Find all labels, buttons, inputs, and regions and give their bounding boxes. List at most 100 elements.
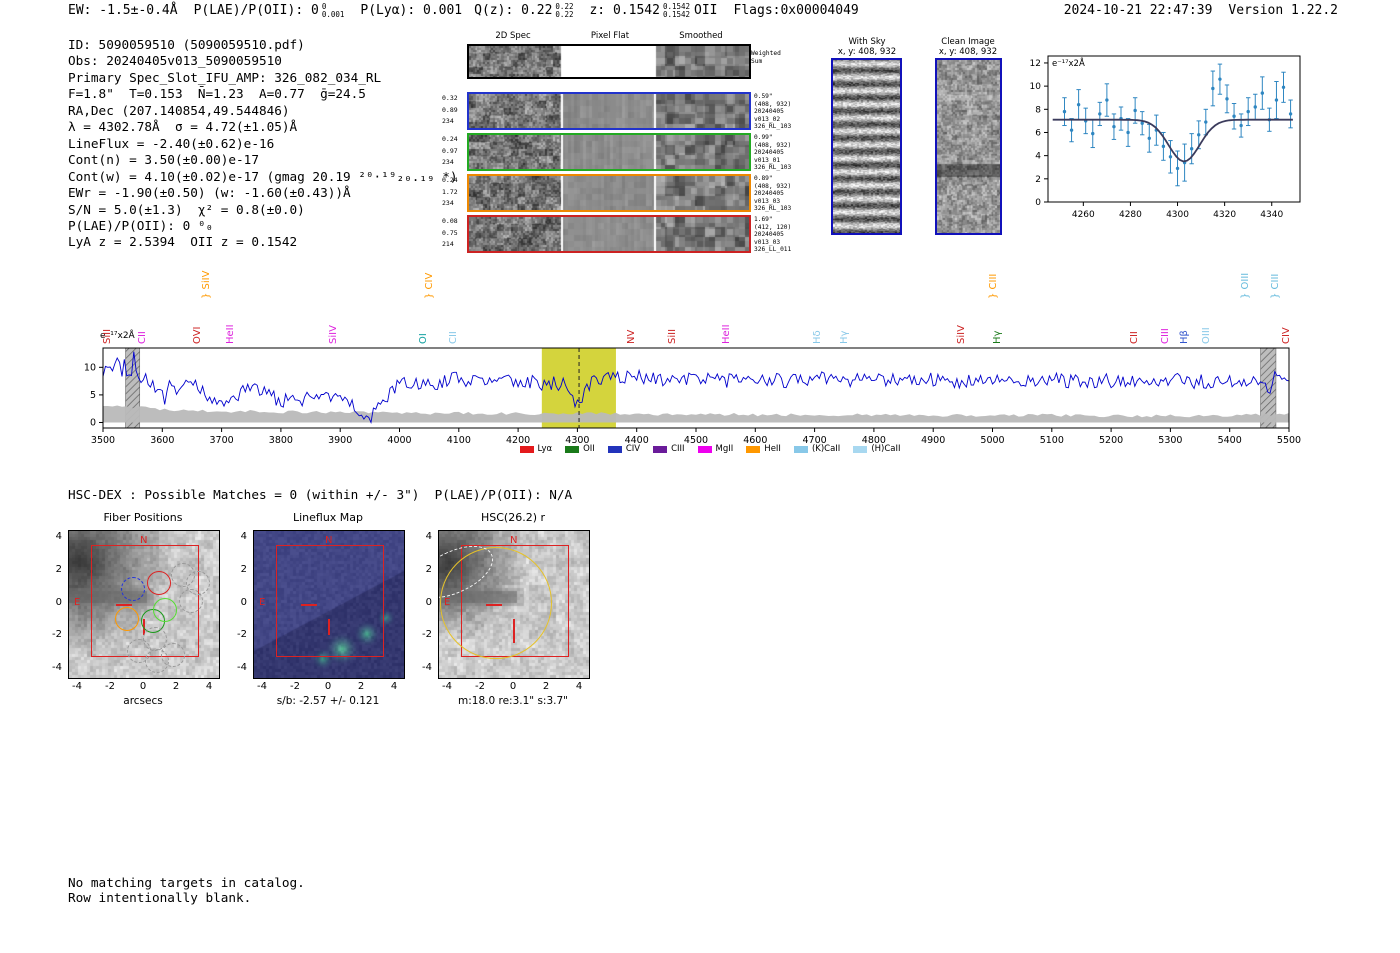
cutout-2-xtick-0: 0 <box>509 681 517 692</box>
legend-swatch <box>793 445 808 453</box>
spec2d-row-1-annotation: 0.99" (408, 932) 20240405 v013_01 326_RL_103 <box>754 134 792 172</box>
spec2d-row-3-stats: 0.08 0.75 214 <box>442 217 458 248</box>
line-label-Hβ-5325: Hβ <box>1179 330 1190 344</box>
info-line-4: RA,Dec (207.140854,49.544846) <box>68 102 290 118</box>
svg-text:5200: 5200 <box>1099 435 1123 446</box>
info-line-1: Obs: 20240405v013_5090059510 <box>68 53 282 69</box>
cutout-1-xtick-4: 4 <box>390 681 398 692</box>
svg-text:4260: 4260 <box>1072 210 1095 220</box>
header-plae: P(LAE)/P(OII): 0 <box>193 3 319 18</box>
legend-item-Lyα: Lyα <box>519 444 552 454</box>
cutout-title-1: Lineflux Map <box>292 511 364 524</box>
spectrum-legend: Lyα OII CIV CIII MgII HeII (K)CaII (H)CaII <box>430 444 990 454</box>
svg-text:5400: 5400 <box>1218 435 1242 446</box>
legend-item-CIII: CIII <box>653 444 685 454</box>
spec2d-row-1-stats: 0.24 0.97 234 <box>442 135 458 166</box>
detection-info-block: ID: 5090059510 (5090059510.pdf) Obs: 2024… <box>68 37 458 251</box>
legend-swatch <box>607 445 622 453</box>
legend-item-(H)CaII: (H)CaII <box>853 444 901 454</box>
header-qz-stack: 0.22 0.22 <box>555 3 573 18</box>
cutout-xlabel-2: m:18.0 re:3.1" s:3.7" <box>458 695 568 707</box>
line-label-CIII-5478: } CIII <box>1270 273 1281 299</box>
withsky-subtitle: x, y: 408, 932 <box>837 47 897 57</box>
legend-item-MgII: MgII <box>697 444 733 454</box>
spec2d-row-0-strip-image <box>469 94 749 128</box>
withsky-image-panel <box>831 58 902 235</box>
spec2d-row-0-stats: 0.32 0.89 234 <box>442 94 458 125</box>
line-label-CIII-5292: CIII <box>1160 328 1171 344</box>
info-line-0: ID: 5090059510 (5090059510.pdf) <box>68 37 305 52</box>
spec2d-row-1-strip <box>467 133 751 171</box>
line-label-SiIV-4948: SiIV <box>956 325 967 344</box>
cutout-0-xtick-0: 0 <box>139 681 147 692</box>
cutout-2-ytick--4: -4 <box>422 661 432 673</box>
col-header-smoothed: Smoothed <box>679 31 723 41</box>
info-line-10: S/N = 5.0(±1.3) χ² = 0.8(±0.0) <box>68 201 305 217</box>
withsky-image <box>833 60 900 233</box>
spec2d-weighted-sum-strip <box>467 44 751 79</box>
spec2d-row-0-strip <box>467 92 751 130</box>
svg-text:3600: 3600 <box>150 435 174 446</box>
line-label-Hδ-4706: Hδ <box>812 330 823 344</box>
cutout-title-2: HSC(26.2) r <box>480 511 546 524</box>
header-summary-line: EW: -1.5±-0.4Å P(LAE)/P(OII): 0 0 0.001 … <box>68 3 859 18</box>
svg-text:4000: 4000 <box>387 435 411 446</box>
svg-text:8: 8 <box>1035 105 1041 115</box>
legend-swatch <box>746 445 761 453</box>
crosshair-h-0 <box>116 603 132 606</box>
cutout-xlabel-0: arcsecs <box>123 695 163 707</box>
svg-text:0: 0 <box>1035 198 1041 208</box>
compass-n-1: N <box>325 535 333 546</box>
full-spectrum-plot: 3500 3600 3700 3800 3900 4000 4100 4200 4300 4400… <box>75 338 1305 454</box>
cutout-0-ytick-4: 4 <box>55 531 62 543</box>
cutout-0-ytick-2: 2 <box>55 563 62 575</box>
line-label-HeII-4552: HeII <box>721 324 732 344</box>
cutout-1-xtick--2: -2 <box>290 681 300 692</box>
footer-note-2: Row intentionally blank. <box>68 890 252 905</box>
svg-text:4300: 4300 <box>1166 210 1189 220</box>
line-label-OIII-5428: } OIII <box>1240 272 1251 299</box>
info-line-5: λ = 4302.78Å σ = 4.72(±1.05)Å <box>68 119 298 135</box>
svg-text:3700: 3700 <box>210 435 234 446</box>
legend-item-HeII: HeII <box>746 444 781 454</box>
col-header-2dspec: 2D Spec <box>495 31 531 41</box>
line-label-CIII-5002: } CIII <box>988 273 999 299</box>
info-line-7: Cont(n) = 3.50(±0.00)e-17 <box>68 152 259 168</box>
header-plae-stack: 0 0.001 <box>322 3 345 18</box>
svg-text:4340: 4340 <box>1260 210 1283 220</box>
withsky-title: With Sky <box>848 37 886 47</box>
info-line-12: LyA z = 2.5394 OII z = 0.1542 <box>68 234 298 250</box>
cutout-0-ytick--2: -2 <box>52 629 62 641</box>
cutout-1-ytick-0: 0 <box>240 596 247 608</box>
svg-text:2: 2 <box>1035 175 1041 185</box>
line-label-CII-3568: CII <box>137 331 148 344</box>
elixer-report-page: EW: -1.5±-0.4Å P(LAE)/P(OII): 0 0 0.001 … <box>0 0 1400 953</box>
header-timestamp-line: 2024-10-21 22:47:39 Version 1.22.2 <box>1064 3 1338 18</box>
header-timestamp: 2024-10-21 22:47:39 <box>1063 3 1213 18</box>
legend-swatch <box>519 445 534 453</box>
line-fit-plot-svg: 0 2 4 6 8 10 12 4260 4280 4300 4320 4340 e⁻¹⁷x2Å <box>1030 55 1301 220</box>
svg-text:10: 10 <box>1030 82 1042 92</box>
svg-text:6: 6 <box>1035 128 1041 138</box>
cutout-1-red-square <box>276 545 384 657</box>
compass-n-2: N <box>510 535 518 546</box>
footer-note-1: No matching targets in catalog. <box>68 875 305 890</box>
cutout-title-0: Fiber Positions <box>103 511 183 524</box>
legend-swatch <box>853 445 868 453</box>
header-version: Version 1.22.2 <box>1228 3 1338 18</box>
crosshair-v-1 <box>328 618 330 635</box>
cutout-0-xtick-2: 2 <box>172 681 180 692</box>
cutout-2-xtick-4: 4 <box>575 681 583 692</box>
spec2d-row-3-annotation: 1.69" (412, 120) 20240405 v013_03 326_LL_011 <box>754 216 792 254</box>
line-label-CIV-5497: CIV <box>1281 327 1292 344</box>
fiber-circle-0 <box>120 576 146 602</box>
cutout-1-ytick-2: 2 <box>240 563 247 575</box>
spec2d-row-2-stats: 0.24 1.72 234 <box>442 176 458 207</box>
cutout-0-xtick--4: -4 <box>72 681 82 692</box>
svg-text:4280: 4280 <box>1119 210 1142 220</box>
line-label-SiII-3508: SiII <box>102 328 113 344</box>
info-line-8: Cont(w) = 4.10(±0.02)e-17 (gmag 20.19 ²⁰… <box>68 168 458 184</box>
spec2d-weighted-sum-strip-image <box>469 46 749 77</box>
weighted-sum-label: Weighted Sum <box>751 50 781 65</box>
full-spectrum-svg: 3500 3600 3700 3800 3900 4000 4100 4200 4300 4400… <box>84 347 1301 446</box>
